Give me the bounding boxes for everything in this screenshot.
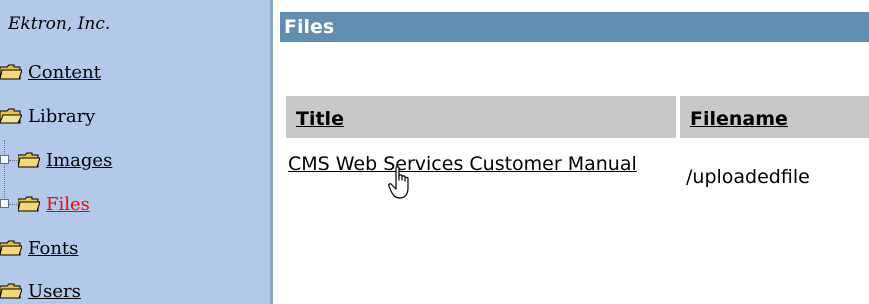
tree-item-fonts[interactable]: Fonts (0, 236, 78, 260)
tree-item-label[interactable]: Fonts (28, 238, 78, 259)
library-tree-pane: Ektron, Inc. Content Library Images File… (0, 0, 273, 304)
tree-connector (9, 204, 17, 205)
folder-icon (0, 64, 22, 80)
folder-icon (18, 196, 40, 212)
tree-item-library[interactable]: Library (0, 104, 95, 128)
tree-item-users[interactable]: Users (0, 279, 81, 303)
file-filename: /uploadedfile (686, 166, 810, 188)
tree-item-label[interactable]: Images (46, 150, 112, 171)
page-title: Files (280, 12, 869, 42)
folder-icon (0, 240, 22, 256)
expand-files-icon[interactable] (0, 199, 9, 208)
organization-name: Ektron, Inc. (8, 14, 111, 34)
tree-item-files[interactable]: Files (18, 192, 90, 216)
hand-pointer-cursor-icon (388, 166, 409, 199)
file-title-link[interactable]: CMS Web Services Customer Manual (288, 152, 678, 177)
tree-item-content[interactable]: Content (0, 60, 101, 84)
tree-item-images[interactable]: Images (18, 148, 112, 172)
content-pane: Files Title Filename CMS Web Services Cu… (276, 0, 869, 304)
column-header-title[interactable]: Title (286, 96, 676, 138)
tree-item-label: Library (28, 105, 96, 127)
tree-item-label[interactable]: Users (28, 281, 81, 302)
folder-icon (0, 283, 22, 299)
tree-connector (9, 160, 17, 161)
tree-item-label[interactable]: Content (28, 62, 101, 83)
tree-connector (4, 140, 5, 204)
tree-item-label[interactable]: Files (46, 194, 90, 215)
expand-images-icon[interactable] (0, 155, 9, 164)
column-header-filename[interactable]: Filename (680, 96, 869, 138)
folder-icon (18, 152, 40, 168)
folder-open-icon (0, 108, 22, 124)
